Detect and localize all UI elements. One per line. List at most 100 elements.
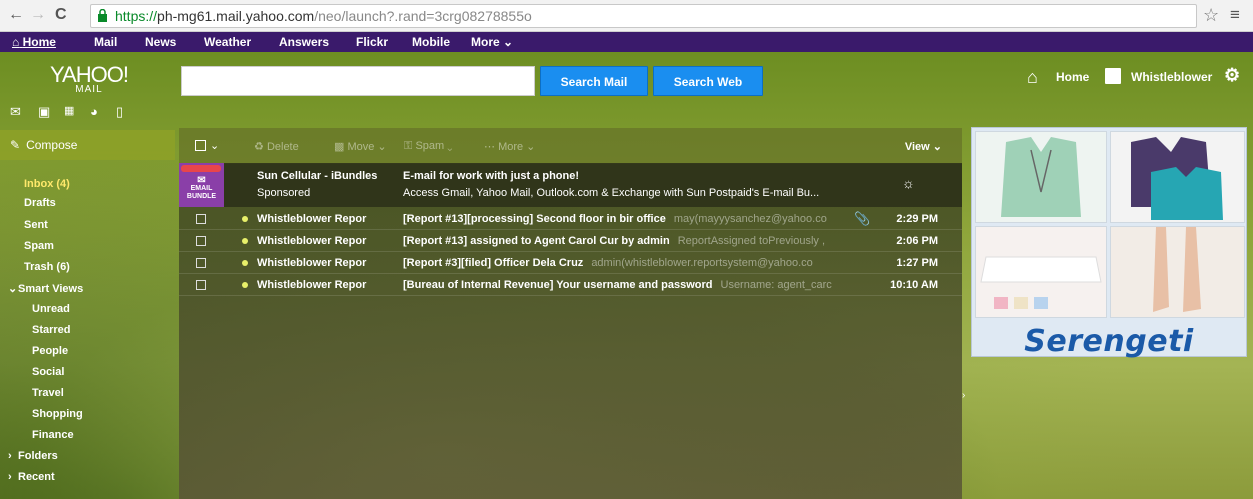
- nav-more[interactable]: More ⌄: [471, 35, 513, 49]
- message-checkbox[interactable]: [196, 214, 206, 224]
- nav-mobile[interactable]: Mobile: [412, 35, 450, 49]
- move-button[interactable]: ▩ Move ⌄: [334, 140, 387, 153]
- message-preview: ReportAssigned toPreviously ,: [677, 235, 826, 247]
- back-icon[interactable]: ←: [8, 6, 24, 24]
- forward-icon[interactable]: →: [30, 6, 46, 24]
- message-time: 2:06 PM: [896, 235, 938, 247]
- nav-news[interactable]: News: [145, 35, 176, 49]
- spam-button[interactable]: ⚿ Spam ⌄: [404, 140, 452, 153]
- unread-dot[interactable]: [242, 260, 248, 266]
- recent-toggle[interactable]: › Recent: [8, 471, 55, 483]
- search-mail-button[interactable]: Search Mail: [540, 66, 648, 96]
- message-time: 1:27 PM: [896, 257, 938, 269]
- nav-answers[interactable]: Answers: [279, 35, 329, 49]
- message-preview: admin(whistleblower.reportsystem@yahoo.c…: [591, 257, 813, 269]
- folders-toggle[interactable]: › Folders: [8, 450, 58, 462]
- mail-icon[interactable]: ✉: [10, 104, 21, 120]
- paperclip-icon: 📎: [854, 211, 871, 226]
- header-home-link[interactable]: Home: [1056, 70, 1089, 84]
- message-checkbox[interactable]: [196, 258, 206, 268]
- unread-dot[interactable]: [242, 216, 248, 222]
- search-input[interactable]: [181, 66, 535, 96]
- contacts-icon[interactable]: ▣: [38, 104, 50, 120]
- sponsor-logo: ✉ EMAIL BUNDLE: [179, 163, 224, 207]
- folder-trash[interactable]: Trash (6): [24, 261, 70, 273]
- right-rail-ad[interactable]: ⓘ ✕ Serengeti: [971, 127, 1247, 359]
- smart-view-finance[interactable]: Finance: [32, 429, 74, 441]
- bookmark-star-icon[interactable]: ☆: [1203, 5, 1219, 26]
- chevron-right-icon[interactable]: ›: [962, 390, 965, 401]
- folder-sent[interactable]: Sent: [24, 219, 48, 231]
- message-checkbox[interactable]: [196, 236, 206, 246]
- chevron-right-icon: ›: [8, 471, 12, 483]
- smart-view-people[interactable]: People: [32, 345, 68, 357]
- nav-flickr[interactable]: Flickr: [356, 35, 388, 49]
- ad-product-image[interactable]: [975, 131, 1107, 223]
- ellipsis-icon: ⋯: [484, 141, 495, 153]
- yahoo-mail-logo[interactable]: YAHOO! MAIL: [50, 62, 129, 95]
- message-sender: Whistleblower Repor: [257, 279, 367, 291]
- message-sender: Whistleblower Repor: [257, 213, 367, 225]
- shield-icon: ⚿: [404, 140, 413, 152]
- smart-view-starred[interactable]: Starred: [32, 324, 71, 336]
- sponsored-message-row[interactable]: ✉ EMAIL BUNDLE Sun Cellular - iBundles S…: [179, 163, 962, 207]
- nav-mail[interactable]: Mail: [94, 35, 117, 49]
- newsfeed-icon[interactable]: ▯: [116, 104, 123, 120]
- message-subject: [Report #3][filed] Officer Dela Cruz admi…: [403, 257, 813, 269]
- badge-line2: BUNDLE: [186, 193, 217, 200]
- delete-button[interactable]: ♻ Delete: [254, 140, 299, 153]
- home-icon[interactable]: ⌂: [1027, 67, 1038, 88]
- lock-icon: [98, 9, 107, 22]
- skirt-image: [980, 256, 1102, 309]
- message-subject: [Report #13][processing] Second floor in…: [403, 213, 827, 225]
- unread-dot[interactable]: [242, 238, 248, 244]
- select-all-checkbox[interactable]: [195, 140, 206, 151]
- message-list-panel: ⌄ ♻ Delete ▩ Move ⌄ ⚿ Spam ⌄ ⋯ More ⌄ Vi…: [179, 128, 962, 499]
- folder-drafts[interactable]: Drafts: [24, 197, 56, 209]
- yahoo-top-nav: ⌂ Home Mail News Weather Answers Flickr …: [0, 32, 1253, 52]
- smart-views-toggle[interactable]: ⌄Smart Views: [8, 282, 83, 295]
- sponsored-title: E-mail for work with just a phone!: [403, 170, 580, 182]
- smart-view-shopping[interactable]: Shopping: [32, 408, 83, 420]
- view-menu[interactable]: View ⌄: [905, 140, 942, 153]
- sun-badge-icon[interactable]: ☼: [902, 175, 915, 191]
- folder-spam[interactable]: Spam: [24, 240, 54, 252]
- chevron-down-icon: ⌄: [8, 283, 18, 295]
- chevron-down-icon[interactable]: ⌄: [210, 139, 219, 152]
- compose-button[interactable]: ✎ Compose: [0, 130, 175, 160]
- calendar-icon[interactable]: ▦: [64, 104, 74, 117]
- message-row[interactable]: Whistleblower Repor [Report #3][filed] O…: [179, 252, 962, 274]
- address-bar[interactable]: https://ph-mg61.mail.yahoo.com/neo/launc…: [90, 4, 1197, 28]
- ad-brand-name: Serengeti: [1024, 324, 1194, 359]
- ad-product-image[interactable]: [1110, 226, 1245, 318]
- message-row[interactable]: Whistleblower Repor [Bureau of Internal …: [179, 274, 962, 296]
- trash-icon: ♻: [254, 141, 264, 153]
- nav-weather[interactable]: Weather: [204, 35, 251, 49]
- chevron-right-icon: ›: [8, 450, 12, 462]
- folder-icon: ▩: [334, 141, 345, 153]
- message-checkbox[interactable]: [196, 280, 206, 290]
- url-protocol: https://: [115, 8, 158, 24]
- smart-view-travel[interactable]: Travel: [32, 387, 64, 399]
- unread-dot[interactable]: [242, 282, 248, 288]
- ad-product-image[interactable]: [1110, 131, 1245, 223]
- message-row[interactable]: Whistleblower Repor [Report #13] assigne…: [179, 230, 962, 252]
- message-row[interactable]: Whistleblower Repor [Report #13][process…: [179, 208, 962, 230]
- notepad-icon[interactable]: ◕: [90, 104, 98, 119]
- settings-gear-icon[interactable]: ⚙: [1224, 65, 1240, 86]
- smart-view-social[interactable]: Social: [32, 366, 64, 378]
- profile-icon[interactable]: [1105, 68, 1121, 84]
- sponsored-label: Sponsored: [257, 187, 311, 199]
- search-web-button[interactable]: Search Web: [653, 66, 763, 96]
- smart-view-unread[interactable]: Unread: [32, 303, 70, 315]
- more-button[interactable]: ⋯ More ⌄: [484, 140, 535, 153]
- username-link[interactable]: Whistleblower: [1131, 70, 1212, 84]
- home-icon: ⌂: [12, 35, 20, 49]
- reload-icon[interactable]: C: [55, 6, 67, 24]
- sponsor-name: Sun Cellular - iBundles: [257, 170, 378, 182]
- message-time: 2:29 PM: [896, 213, 938, 225]
- browser-menu-icon[interactable]: ≡: [1230, 5, 1240, 25]
- nav-home[interactable]: ⌂ Home: [12, 35, 56, 49]
- folder-inbox[interactable]: Inbox (4): [24, 178, 70, 190]
- ad-product-image[interactable]: [975, 226, 1107, 318]
